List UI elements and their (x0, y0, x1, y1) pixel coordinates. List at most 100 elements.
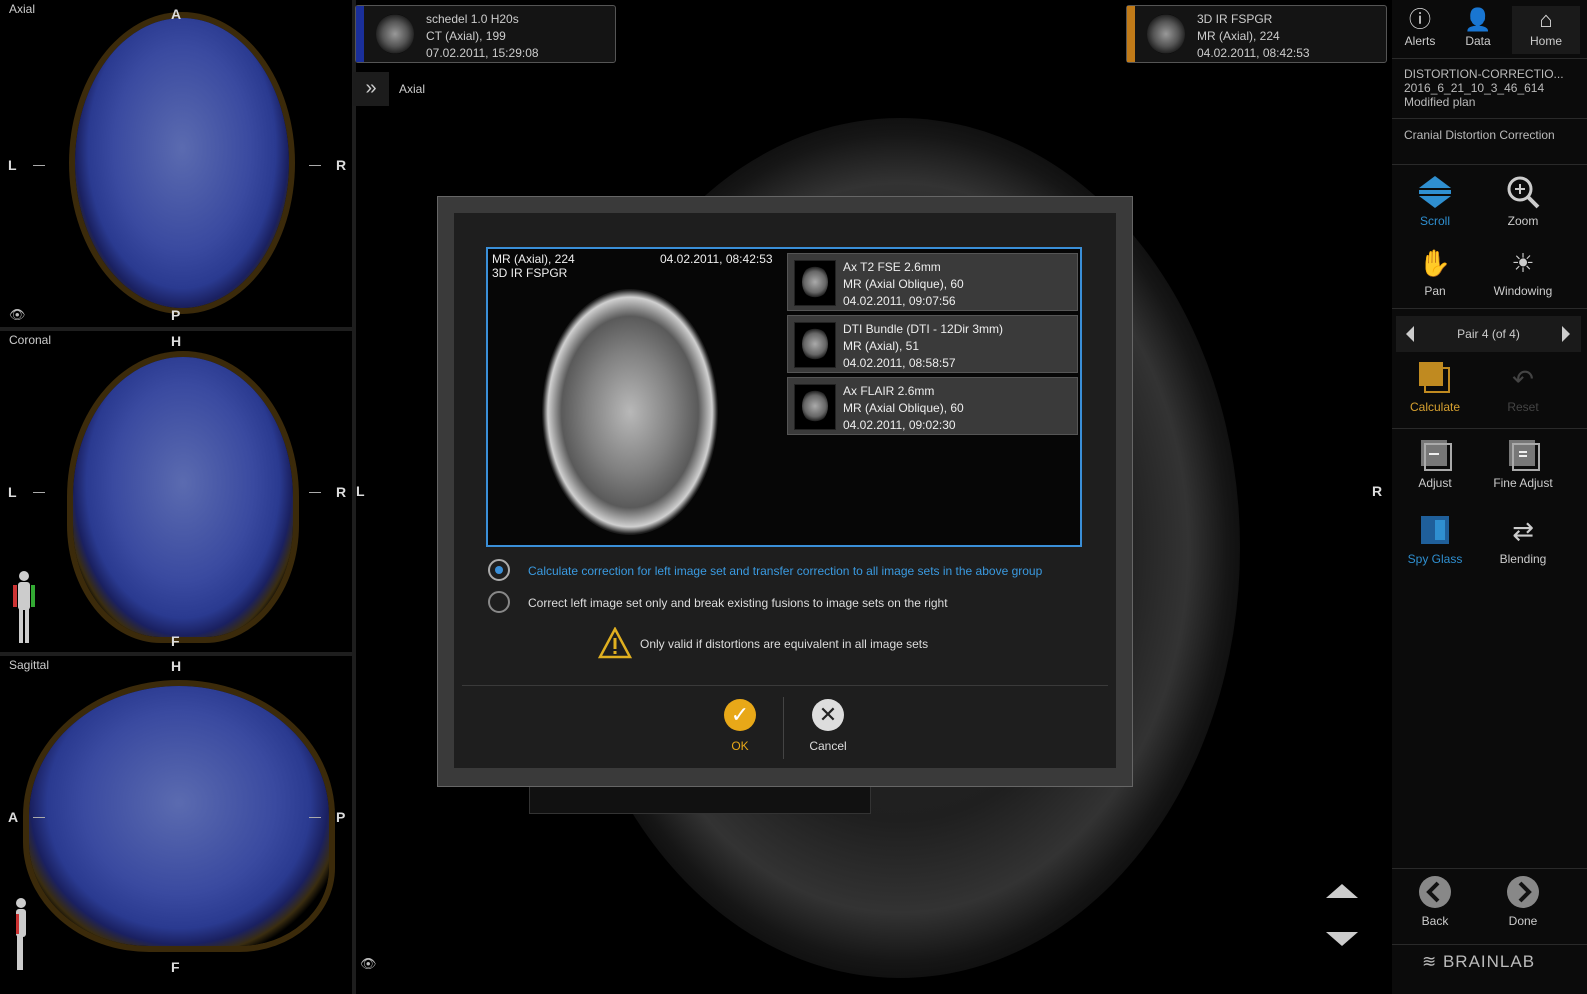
viewport-title: Axial (9, 2, 36, 16)
pair-text: Ax T2 FSE 2.6mm MR (Axial Oblique), 60 0… (843, 259, 964, 310)
divider (1392, 58, 1587, 59)
coronal-viewport[interactable]: Coronal H F L R (5, 331, 352, 652)
workflow-title: Cranial Distortion Correction (1404, 128, 1555, 142)
series-modality: MR (Axial), 224 (1197, 29, 1280, 43)
paired-series-item[interactable]: Ax FLAIR 2.6mm MR (Axial Oblique), 60 04… (787, 377, 1078, 435)
undo-icon: ↶ (1512, 364, 1534, 394)
scroll-down-arrow-icon[interactable] (1324, 930, 1360, 950)
adjust-icon (1392, 436, 1478, 476)
dialog-content: MR (Axial), 224 3D IR FSPGR 04.02.2011, … (454, 213, 1116, 768)
button-label: Alerts (1404, 34, 1436, 48)
scroll-tool-button[interactable]: Scroll (1392, 174, 1478, 228)
sagittal-scan-image (29, 686, 329, 946)
paired-series-item[interactable]: Ax T2 FSE 2.6mm MR (Axial Oblique), 60 0… (787, 253, 1078, 311)
brainlab-logo-icon: ≋ (1422, 952, 1443, 971)
data-button[interactable]: 👤 Data (1454, 6, 1502, 54)
back-button[interactable]: Back (1392, 874, 1478, 928)
option-left-only-label[interactable]: Correct left image set only and break ex… (528, 596, 948, 610)
adjust-button[interactable]: Adjust (1392, 436, 1478, 490)
pan-tool-button[interactable]: ✋ Pan (1392, 244, 1478, 298)
calculate-icon (1392, 360, 1478, 400)
option-transfer-radio[interactable] (488, 559, 510, 581)
blending-button[interactable]: ⇄ Blending (1480, 512, 1566, 566)
series-text: 3D IR FSPGR MR (Axial), 224 04.02.2011, … (1197, 11, 1310, 62)
windowing-tool-button[interactable]: ☀ Windowing (1480, 244, 1566, 298)
option-left-only-radio[interactable] (488, 591, 510, 613)
orientation-label-right: R (336, 157, 347, 173)
tool-label: Done (1508, 914, 1538, 928)
body-orientation-icon (13, 571, 35, 643)
pair-date: 04.02.2011, 08:58:57 (843, 356, 956, 370)
series-color-bar (356, 6, 364, 62)
cancel-button[interactable]: ✕ Cancel (788, 697, 868, 759)
cancel-label: Cancel (809, 739, 847, 753)
right-tool-panel: ⓘ Alerts 👤 Data ⌂ Home DISTORTION-CORREC… (1392, 0, 1587, 994)
pair-text: DTI Bundle (DTI - 12Dir 3mm) MR (Axial),… (843, 321, 1003, 372)
eye-icon[interactable]: 👁 (9, 307, 26, 323)
orientation-label-right: P (336, 809, 346, 825)
orientation-label-right: R (1372, 483, 1383, 499)
orientation-label-left: A (8, 809, 19, 825)
tool-label: Scroll (1419, 214, 1450, 228)
orientation-label-top: H (171, 658, 182, 674)
button-label: Data (1465, 34, 1491, 48)
divider (1392, 868, 1587, 869)
orientation-label-bottom: F (171, 959, 180, 975)
forward-arrow-icon (1480, 874, 1566, 914)
scroll-icon (1392, 174, 1478, 214)
alerts-button[interactable]: ⓘ Alerts (1396, 6, 1444, 54)
orientation-tick (33, 165, 45, 166)
pair-text: Ax FLAIR 2.6mm MR (Axial Oblique), 60 04… (843, 383, 964, 434)
data-icon: 👤 (1464, 7, 1492, 32)
plan-info: DISTORTION-CORRECTIO... 2016_6_21_10_3_4… (1404, 67, 1582, 109)
expand-chevron-icon[interactable]: » (353, 72, 389, 106)
series-thumbnail (794, 260, 836, 306)
hand-icon: ✋ (1418, 248, 1452, 278)
zoom-tool-button[interactable]: Zoom (1480, 174, 1566, 228)
orientation-label-left: L (8, 484, 17, 500)
preview-brain-image (542, 289, 718, 535)
pair-series-name: Ax T2 FSE 2.6mm (843, 260, 941, 274)
preview-series-info: MR (Axial), 224 3D IR FSPGR (492, 252, 575, 280)
tool-label: Windowing (1493, 284, 1553, 298)
preview-series-name: 3D IR FSPGR (492, 266, 568, 280)
series-name: 3D IR FSPGR (1197, 12, 1273, 26)
tool-label: Zoom (1507, 214, 1539, 228)
scroll-up-arrow-icon[interactable] (1324, 880, 1360, 900)
warning-text: Only valid if distortions are equivalent… (640, 637, 929, 651)
brand-logo: ≋ BRAINLAB (1422, 952, 1535, 972)
sagittal-viewport[interactable]: Sagittal H F A P (5, 656, 352, 976)
pair-modality: MR (Axial), 51 (843, 339, 920, 353)
series-thumbnail (794, 384, 836, 430)
fine-adjust-button[interactable]: Fine Adjust (1480, 436, 1566, 490)
divider (1392, 428, 1587, 429)
divider (1392, 118, 1587, 119)
orientation-tick (309, 492, 321, 493)
paired-series-item[interactable]: DTI Bundle (DTI - 12Dir 3mm) MR (Axial),… (787, 315, 1078, 373)
button-divider (783, 697, 784, 759)
orientation-label-left: L (356, 483, 365, 499)
series-date: 04.02.2011, 08:42:53 (1197, 46, 1310, 60)
series-text: schedel 1.0 H20s CT (Axial), 199 07.02.2… (426, 11, 539, 62)
eye-icon[interactable]: 👁 (360, 956, 377, 972)
divider (1392, 164, 1587, 165)
orientation-label-left: L (8, 157, 17, 173)
plan-name: DISTORTION-CORRECTIO... (1404, 67, 1564, 81)
option-transfer-label[interactable]: Calculate correction for left image set … (528, 564, 1042, 578)
series-info-right[interactable]: 3D IR FSPGR MR (Axial), 224 04.02.2011, … (1126, 5, 1387, 63)
series-thumbnail (794, 322, 836, 368)
orientation-label-right: R (336, 484, 347, 500)
spy-glass-button[interactable]: Spy Glass (1392, 512, 1478, 566)
done-button[interactable]: Done (1480, 874, 1566, 928)
chevron-right-icon[interactable] (1560, 325, 1572, 343)
ok-button[interactable]: ✓ OK (700, 697, 780, 759)
viewport-title: Sagittal (9, 658, 50, 672)
calculate-button[interactable]: Calculate (1392, 360, 1478, 414)
home-button[interactable]: ⌂ Home (1512, 6, 1580, 54)
series-info-left[interactable]: schedel 1.0 H20s CT (Axial), 199 07.02.2… (355, 5, 616, 63)
axial-viewport[interactable]: Axial A P L R 👁 (5, 0, 352, 327)
reset-button[interactable]: ↶ Reset (1480, 360, 1566, 414)
divider (1392, 308, 1587, 309)
distortion-correction-dialog: MR (Axial), 224 3D IR FSPGR 04.02.2011, … (437, 196, 1133, 787)
coronal-scan-image (73, 357, 293, 637)
